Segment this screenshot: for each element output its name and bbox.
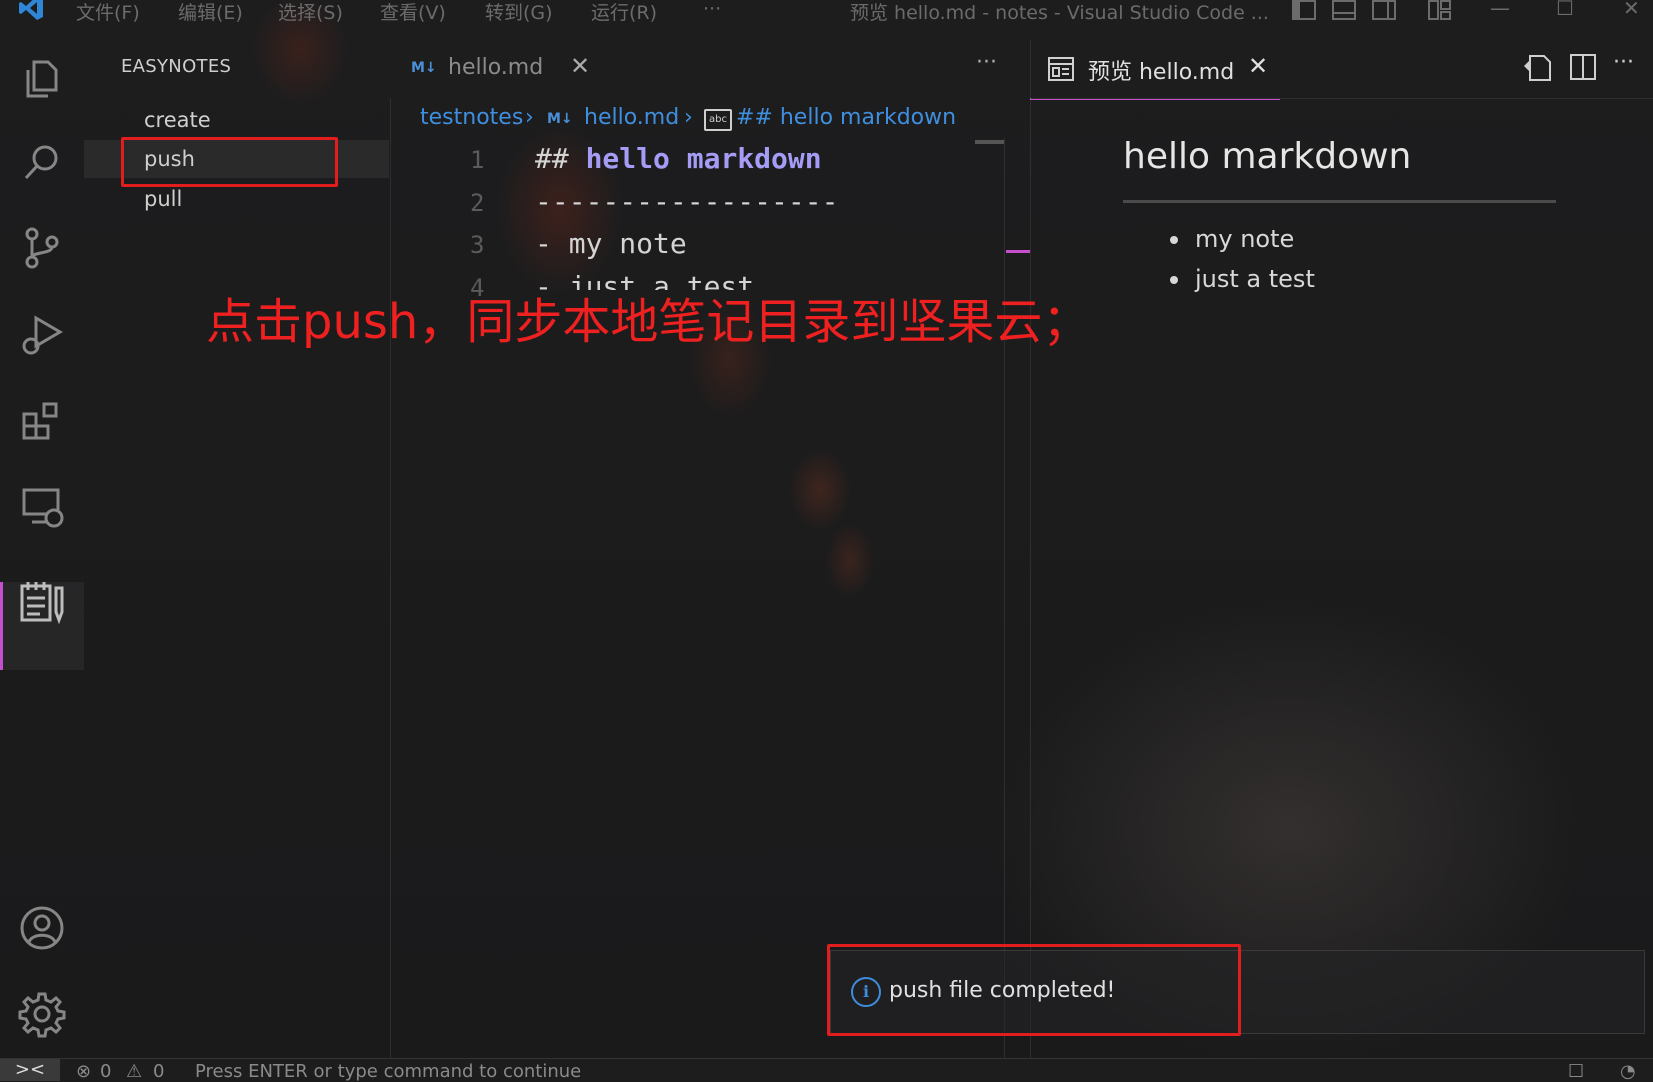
close-window-button[interactable]: ✕ xyxy=(1623,0,1640,20)
errors-icon[interactable]: ⊗ xyxy=(76,1061,91,1082)
remote-explorer-icon[interactable] xyxy=(18,482,66,530)
menu-more[interactable]: ··· xyxy=(703,0,721,20)
menu-view[interactable]: 查看(V) xyxy=(380,0,446,25)
preview-tab[interactable]: 预览 hello.md ✕ xyxy=(1030,40,1280,100)
preview-tab-close-icon[interactable]: ✕ xyxy=(1248,52,1268,80)
breadcrumb-chevron-icon: › xyxy=(684,105,693,130)
status-message: Press ENTER or type command to continue xyxy=(195,1061,582,1082)
accounts-icon[interactable] xyxy=(18,904,66,952)
window-title: 预览 hello.md - notes - Visual Studio Code… xyxy=(850,2,1269,24)
menu-selection[interactable]: 选择(S) xyxy=(278,0,343,25)
minimize-button[interactable]: — xyxy=(1490,0,1510,20)
breadcrumb-file[interactable]: hello.md xyxy=(584,105,679,130)
code-line-3[interactable]: - my note xyxy=(535,227,687,260)
active-view-indicator xyxy=(0,582,3,670)
source-control-icon[interactable] xyxy=(18,224,66,272)
editor-group-divider xyxy=(1030,40,1031,1058)
toggle-secondary-sidebar-icon[interactable] xyxy=(1372,0,1396,27)
editor-more-actions-button[interactable]: ··· xyxy=(976,50,997,75)
line-number: 3 xyxy=(470,231,485,259)
remote-indicator-button[interactable]: >< xyxy=(0,1059,60,1081)
breadcrumb-chevron-icon: › xyxy=(525,105,534,130)
sidebar-title: EASYNOTES xyxy=(121,56,232,77)
preview-heading: hello markdown xyxy=(1123,136,1412,177)
heading-marker: ## xyxy=(535,142,586,175)
menu-edit[interactable]: 编辑(E) xyxy=(178,0,243,25)
markdown-file-icon: M↓ xyxy=(411,60,437,76)
line-number: 1 xyxy=(470,146,485,174)
preview-tab-divider xyxy=(1031,98,1653,99)
code-line-1[interactable]: ## hello markdown xyxy=(535,142,822,175)
warning-count[interactable]: 0 xyxy=(153,1061,164,1082)
code-line-2[interactable]: ------------------ xyxy=(535,185,838,218)
menu-go[interactable]: 转到(G) xyxy=(485,0,553,25)
breadcrumb-symbol[interactable]: ## hello markdown xyxy=(736,105,956,130)
breadcrumb-folder[interactable]: testnotes xyxy=(420,105,523,130)
minimap-cursor-marker xyxy=(1006,250,1030,253)
easynotes-icon[interactable] xyxy=(18,578,66,626)
extensions-icon[interactable] xyxy=(18,396,66,444)
preview-list-item: just a test xyxy=(1195,265,1315,293)
open-source-icon[interactable] xyxy=(1522,52,1552,82)
toggle-sidebar-icon[interactable] xyxy=(1292,0,1316,27)
maximize-button[interactable]: ☐ xyxy=(1556,0,1574,20)
status-bar: >< ⊗ 0 ⚠ 0 Press ENTER or type command t… xyxy=(0,1058,1653,1082)
notification-highlight-box xyxy=(827,944,1241,1036)
title-bar: 文件(F) 编辑(E) 选择(S) 查看(V) 转到(G) 运行(R) ··· … xyxy=(0,0,1653,30)
search-icon[interactable] xyxy=(18,138,66,186)
string-symbol-icon: abc xyxy=(704,109,732,131)
bullet-icon xyxy=(1170,276,1178,284)
explorer-icon[interactable] xyxy=(18,54,66,102)
heading-text: hello markdown xyxy=(585,142,822,175)
customize-layout-icon[interactable] xyxy=(1428,0,1452,27)
preview-more-actions-button[interactable]: ··· xyxy=(1613,50,1634,75)
split-editor-icon[interactable] xyxy=(1570,54,1596,80)
preview-heading-rule xyxy=(1123,200,1556,203)
sidebar-item-pull[interactable]: pull xyxy=(144,187,182,211)
error-count[interactable]: 0 xyxy=(100,1061,111,1082)
vscode-logo-icon xyxy=(19,0,43,20)
menu-run[interactable]: 运行(R) xyxy=(591,0,657,25)
tutorial-annotation: 点击push，同步本地笔记目录到坚果云； xyxy=(206,294,1091,350)
settings-gear-icon[interactable] xyxy=(18,990,66,1038)
editor-scrollbar-track[interactable] xyxy=(1004,138,1005,1058)
bullet-icon xyxy=(1170,236,1178,244)
menu-file[interactable]: 文件(F) xyxy=(76,0,140,25)
activity-bar xyxy=(0,30,84,1060)
warnings-icon[interactable]: ⚠ xyxy=(126,1061,142,1082)
sidebar-item-create[interactable]: create xyxy=(144,108,211,132)
line-number: 2 xyxy=(470,189,485,217)
notifications-bell-icon[interactable]: ◔ xyxy=(1620,1061,1636,1082)
preview-tab-label: 预览 hello.md xyxy=(1088,60,1235,85)
preview-list-item: my note xyxy=(1195,225,1295,253)
run-debug-icon[interactable] xyxy=(18,310,66,358)
editor-tab-close-icon[interactable]: ✕ xyxy=(570,52,590,80)
push-highlight-box xyxy=(121,137,338,187)
minimap[interactable] xyxy=(975,140,1005,144)
feedback-icon[interactable]: ☐ xyxy=(1568,1061,1584,1082)
sidebar-divider xyxy=(390,98,391,1058)
editor-tab-hello-md[interactable]: hello.md xyxy=(448,55,543,80)
toggle-panel-icon[interactable] xyxy=(1332,0,1356,27)
breadcrumb-markdown-icon: M↓ xyxy=(547,111,573,127)
preview-icon xyxy=(1048,57,1074,81)
